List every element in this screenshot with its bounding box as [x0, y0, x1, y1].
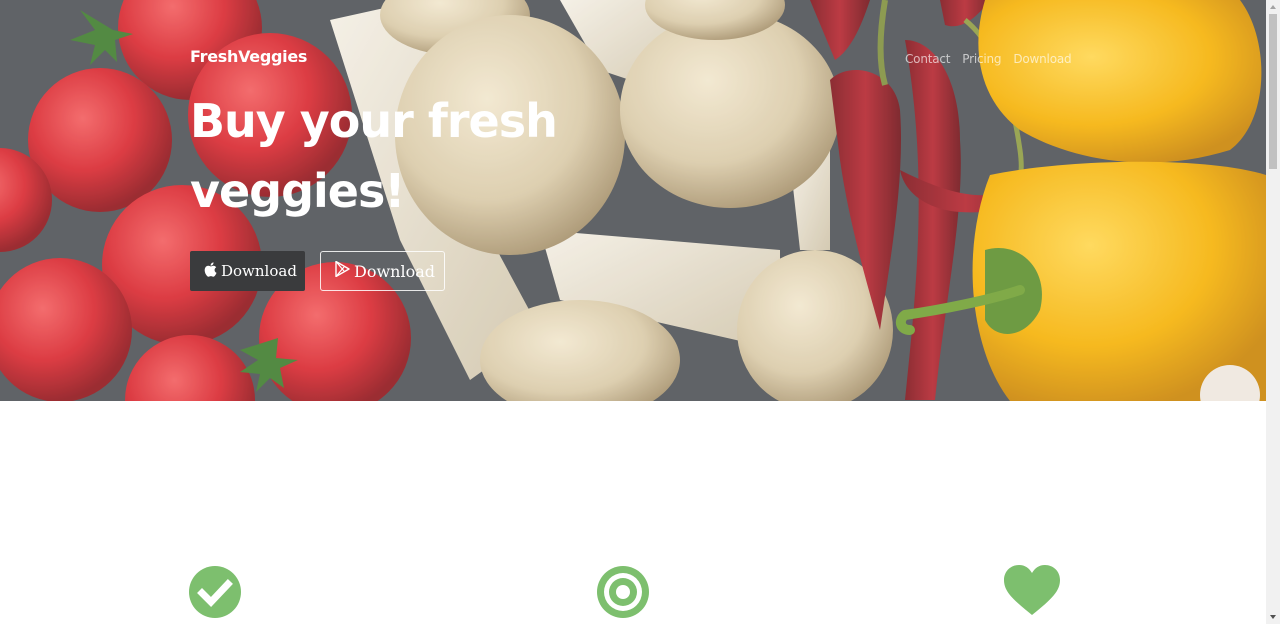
scroll-down-arrow-icon[interactable]	[1266, 610, 1280, 624]
heart-icon	[1004, 565, 1060, 619]
brand-logo[interactable]: FreshVeggies	[190, 47, 307, 66]
page-scrollbar[interactable]	[1266, 0, 1280, 624]
target-icon	[596, 565, 650, 619]
nav-link-download[interactable]: Download	[1013, 52, 1071, 66]
nav-link-contact[interactable]: Contact	[905, 52, 950, 66]
scrollbar-thumb[interactable]	[1269, 14, 1277, 169]
app-store-download-button[interactable]: Download	[190, 251, 305, 291]
check-circle-icon	[188, 565, 242, 619]
apple-icon	[204, 261, 217, 281]
play-store-download-button[interactable]: Download	[320, 251, 445, 291]
play-store-icon	[335, 260, 350, 281]
hero-section: FreshVeggies Contact Pricing Download Bu…	[0, 0, 1266, 401]
hero-headline: Buy your fresh veggies!	[190, 94, 558, 218]
nav-link-pricing[interactable]: Pricing	[962, 52, 1001, 66]
app-store-button-label: Download	[221, 262, 297, 280]
scroll-up-arrow-icon[interactable]	[1266, 0, 1280, 14]
play-store-button-label: Download	[354, 261, 435, 281]
main-nav: Contact Pricing Download	[905, 52, 1072, 66]
